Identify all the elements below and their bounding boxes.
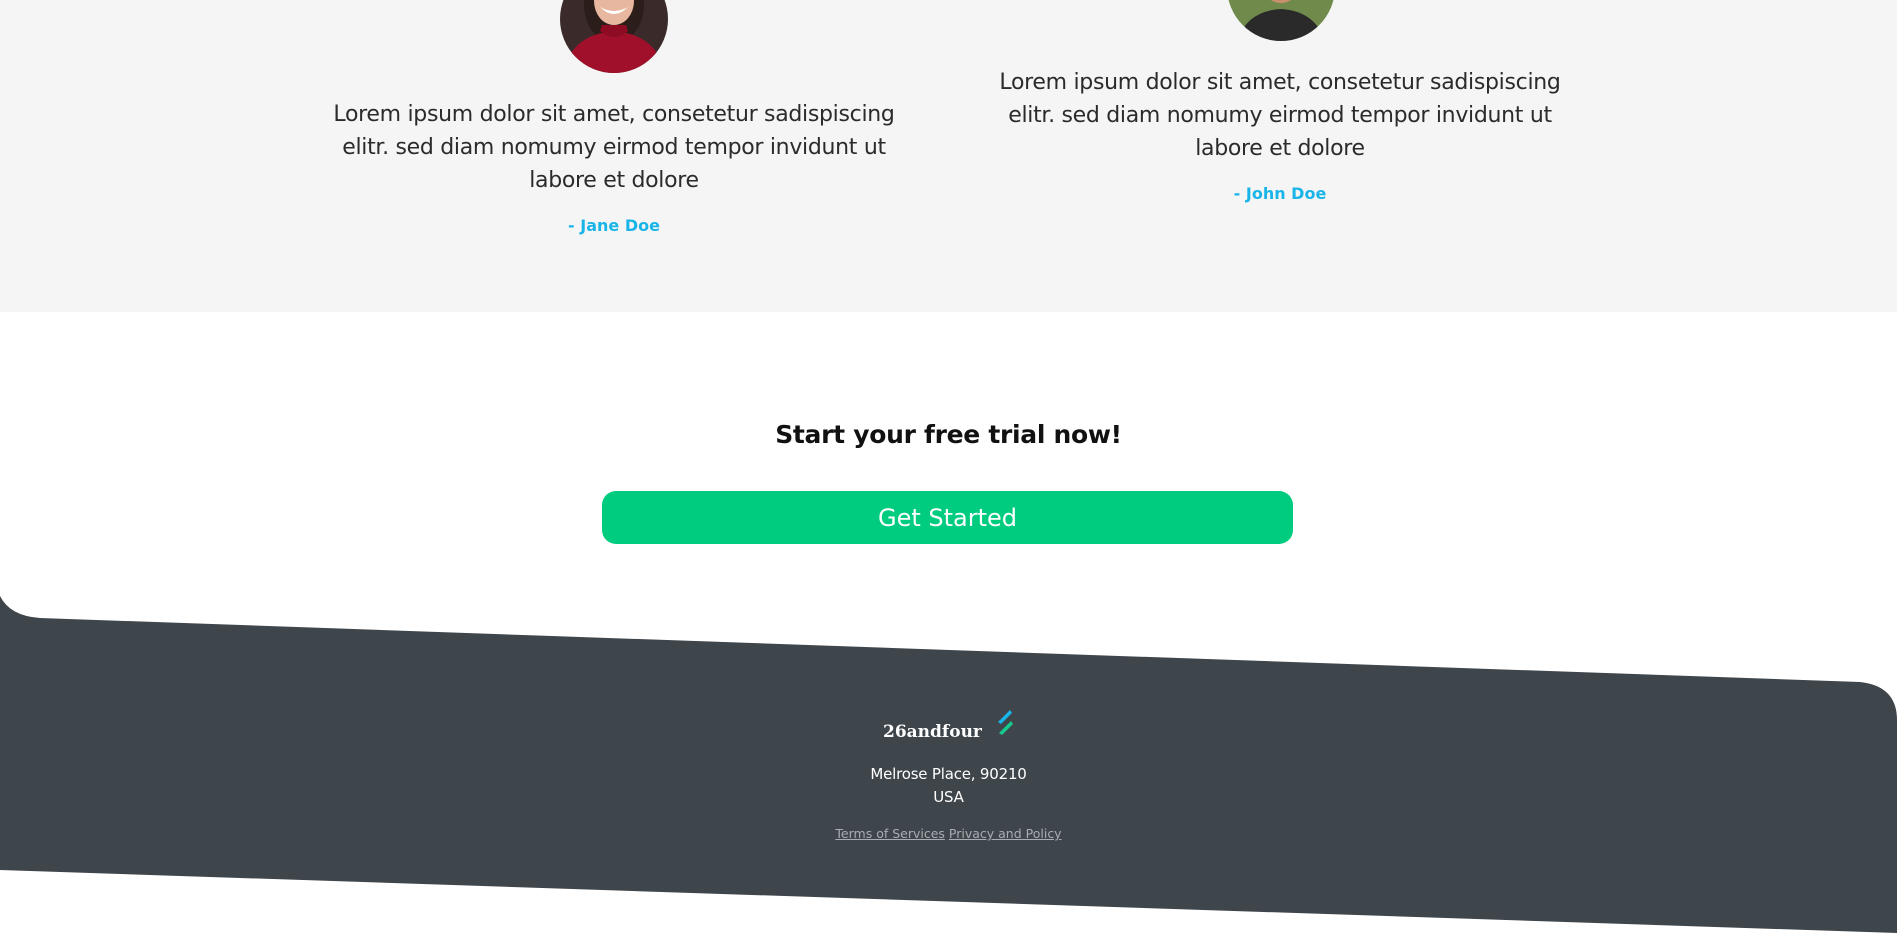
address-line: Melrose Place, 90210	[870, 765, 1027, 783]
brand-name: 26andfour	[883, 722, 982, 742]
footer-brand[interactable]: 26andfour	[870, 708, 1030, 742]
privacy-policy-link[interactable]: Privacy and Policy	[949, 826, 1062, 841]
footer-links: Terms of Services Privacy and Policy	[0, 826, 1897, 841]
address-country: USA	[933, 788, 964, 806]
terms-of-services-link[interactable]: Terms of Services	[835, 826, 945, 841]
page: Lorem ipsum dolor sit amet, consetetur s…	[0, 0, 1897, 933]
lightning-bolt-icon	[998, 710, 1013, 735]
